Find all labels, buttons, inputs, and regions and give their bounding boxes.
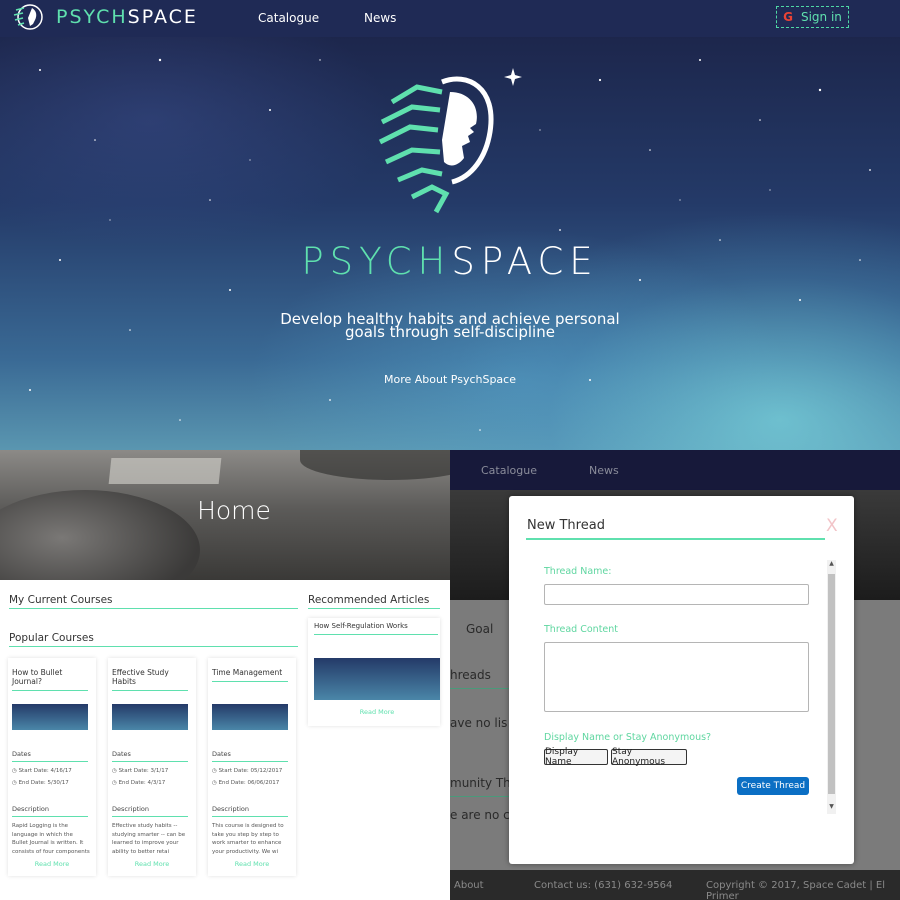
description-label: Description xyxy=(12,805,88,817)
dates-label: Dates xyxy=(212,750,288,762)
thread-name-input[interactable] xyxy=(544,584,809,605)
article-title[interactable]: How Self-Regulation Works xyxy=(314,622,438,635)
nav-news[interactable]: News xyxy=(589,464,619,477)
start-date: ◷ Start Date: 3/1/17 xyxy=(112,768,169,774)
course-description: Effective study habits -- studying smart… xyxy=(112,823,186,855)
article-card[interactable]: How Self-Regulation Works Read More xyxy=(308,618,440,726)
tab-goal[interactable]: Goal xyxy=(466,622,493,636)
start-date: ◷ Start Date: 05/12/2017 xyxy=(212,768,283,774)
close-icon[interactable]: X xyxy=(826,516,838,536)
read-more-link[interactable]: Read More xyxy=(8,860,96,868)
end-date: ◷ End Date: 4/3/17 xyxy=(112,780,166,786)
article-image xyxy=(314,658,440,700)
footer: About Contact us: (631) 632-9564 Copyrig… xyxy=(450,870,900,900)
course-card[interactable]: Time Management Dates ◷ Start Date: 05/1… xyxy=(208,658,296,876)
community-heading: munity Th xyxy=(450,776,511,790)
footer-contact: Contact us: (631) 632-9564 xyxy=(534,880,673,891)
thread-content-textarea[interactable] xyxy=(544,642,809,712)
course-image xyxy=(12,704,88,730)
psychspace-logo-icon[interactable] xyxy=(10,2,44,34)
nav-news[interactable]: News xyxy=(364,11,396,25)
course-title[interactable]: Effective Study Habits xyxy=(112,668,188,691)
modal-scrollbar-thumb[interactable] xyxy=(828,574,835,794)
start-date: ◷ Start Date: 4/16/17 xyxy=(12,768,72,774)
page-title: Home xyxy=(197,496,271,525)
footer-copyright: Copyright © 2017, Space Cadet | El Prime… xyxy=(706,880,886,900)
create-thread-button[interactable]: Create Thread xyxy=(737,777,809,795)
hero-tagline: Develop healthy habits and achieve perso… xyxy=(280,310,620,341)
description-label: Description xyxy=(212,805,288,817)
read-more-link[interactable]: Read More xyxy=(208,860,296,868)
course-description: Rapid Logging is the language in which t… xyxy=(12,823,90,855)
no-content-text: e are no co xyxy=(450,808,518,822)
more-about-link[interactable]: More About PsychSpace xyxy=(0,373,900,386)
forum-navbar: Catalogue News xyxy=(450,450,900,490)
scroll-up-icon[interactable]: ▲ xyxy=(827,560,836,567)
modal-title: New Thread xyxy=(527,518,605,533)
dates-label: Dates xyxy=(12,750,88,762)
read-more-link[interactable]: Read More xyxy=(308,708,446,716)
end-date: ◷ End Date: 5/30/17 xyxy=(12,780,69,786)
nav-catalogue[interactable]: Catalogue xyxy=(481,464,537,477)
description-label: Description xyxy=(112,805,188,817)
dates-label: Dates xyxy=(112,750,188,762)
recommended-articles-heading: Recommended Articles xyxy=(308,594,440,609)
top-navbar: PSYCHSPACE Catalogue News G Sign in xyxy=(0,0,900,37)
nav-catalogue[interactable]: Catalogue xyxy=(258,11,319,25)
course-title[interactable]: Time Management xyxy=(212,668,288,682)
no-threads-text: ave no lis xyxy=(450,716,508,730)
display-option-label: Display Name or Stay Anonymous? xyxy=(544,732,712,743)
threads-heading: hreads xyxy=(450,668,491,682)
sign-in-label: Sign in xyxy=(800,10,842,24)
hero-brand-title: PSYCHSPACE xyxy=(301,240,599,283)
display-name-button[interactable]: Display Name xyxy=(544,747,608,767)
home-page: Home My Current Courses Popular Courses … xyxy=(0,450,450,900)
read-more-link[interactable]: Read More xyxy=(108,860,196,868)
course-image xyxy=(212,704,288,730)
end-date: ◷ End Date: 06/06/2017 xyxy=(212,780,280,786)
new-thread-modal: New Thread X Thread Name: Thread Content… xyxy=(509,496,854,864)
modal-title-divider xyxy=(526,538,825,540)
thread-name-label: Thread Name: xyxy=(544,566,612,577)
course-card[interactable]: How to Bullet Journal? Dates ◷ Start Dat… xyxy=(8,658,96,876)
course-title[interactable]: How to Bullet Journal? xyxy=(12,668,88,691)
course-description: This course is designed to take you step… xyxy=(212,823,284,855)
course-image xyxy=(112,704,188,730)
popular-courses-heading: Popular Courses xyxy=(9,632,298,647)
stay-anonymous-button[interactable]: Stay Anonymous xyxy=(611,747,687,767)
sign-in-button[interactable]: G Sign in xyxy=(776,6,849,28)
google-icon: G xyxy=(783,10,793,24)
scroll-down-icon[interactable]: ▼ xyxy=(827,803,836,810)
hero-section: PSYCHSPACE Catalogue News G Sign in PSYC… xyxy=(0,0,900,450)
thread-content-label: Thread Content xyxy=(544,624,619,635)
brand-logo-text[interactable]: PSYCHSPACE xyxy=(56,6,198,28)
footer-about-link[interactable]: About xyxy=(454,880,484,891)
my-courses-heading: My Current Courses xyxy=(9,594,298,609)
course-card[interactable]: Effective Study Habits Dates ◷ Start Dat… xyxy=(108,658,196,876)
psychspace-hero-logo-icon xyxy=(378,76,494,214)
